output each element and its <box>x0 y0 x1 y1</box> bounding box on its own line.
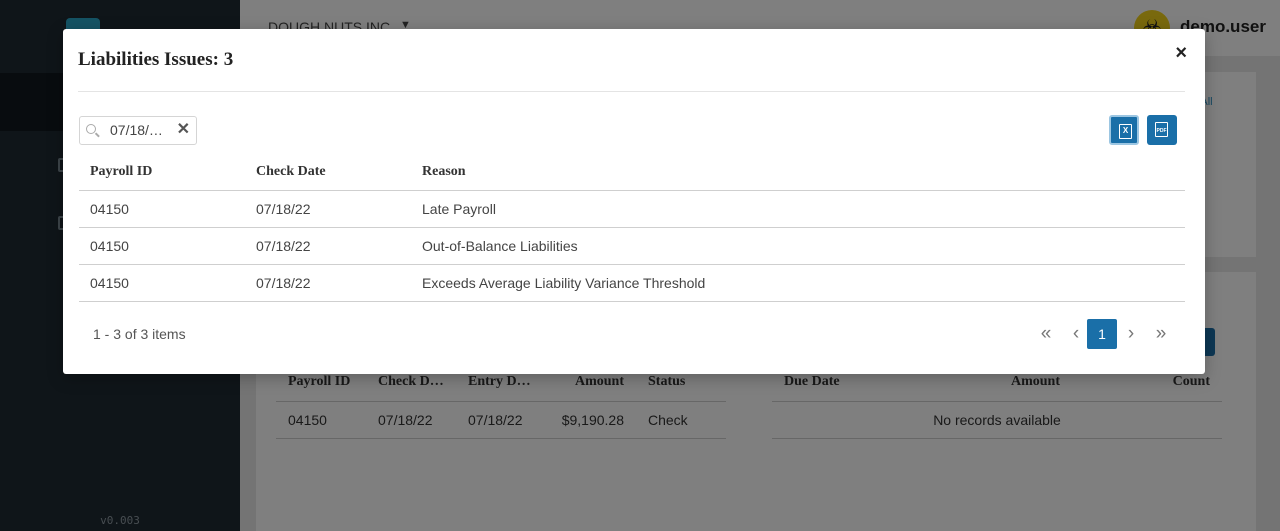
search-input[interactable] <box>110 122 168 138</box>
export-excel-button[interactable]: X <box>1109 115 1139 145</box>
liabilities-issues-dialog: Liabilities Issues: 3 × ✕ X PDF Payroll … <box>63 29 1205 374</box>
close-icon[interactable]: × <box>1175 43 1187 63</box>
table-row[interactable]: 04150 07/18/22 Exceeds Average Liability… <box>79 264 1185 302</box>
check-date-cell: 07/18/22 <box>245 227 411 265</box>
first-page-icon[interactable]: « <box>1031 319 1061 349</box>
column-header-check-date[interactable]: Check Date <box>245 153 411 191</box>
last-page-icon[interactable]: » <box>1146 319 1176 349</box>
page-1-button[interactable]: 1 <box>1087 319 1117 349</box>
issues-table: Payroll ID Check Date Reason 04150 07/18… <box>79 153 1185 302</box>
search-field[interactable]: ✕ <box>79 116 197 145</box>
excel-file-icon: X <box>1119 124 1132 139</box>
reason-cell: Out-of-Balance Liabilities <box>411 227 1185 265</box>
column-header-payroll-id[interactable]: Payroll ID <box>79 153 245 191</box>
dialog-title: Liabilities Issues: 3 <box>78 49 234 70</box>
payroll-id-cell: 04150 <box>79 264 245 302</box>
payroll-id-cell: 04150 <box>79 190 245 228</box>
divider <box>78 91 1185 92</box>
pdf-glyph: PDF <box>1156 128 1167 134</box>
table-row[interactable]: 04150 07/18/22 Out-of-Balance Liabilitie… <box>79 227 1185 265</box>
export-pdf-button[interactable]: PDF <box>1147 115 1177 145</box>
column-header-reason[interactable]: Reason <box>411 153 1185 191</box>
excel-glyph: X <box>1122 126 1129 135</box>
clear-icon[interactable]: ✕ <box>177 121 190 139</box>
search-icon <box>86 124 96 134</box>
table-header-row: Payroll ID Check Date Reason <box>79 153 1185 191</box>
pager-info: 1 - 3 of 3 items <box>93 326 186 342</box>
table-row[interactable]: 04150 07/18/22 Late Payroll <box>79 190 1185 228</box>
reason-cell: Late Payroll <box>411 190 1185 228</box>
next-page-icon[interactable]: › <box>1116 319 1146 349</box>
pdf-file-icon: PDF <box>1155 122 1168 137</box>
check-date-cell: 07/18/22 <box>245 190 411 228</box>
reason-cell: Exceeds Average Liability Variance Thres… <box>411 264 1185 302</box>
payroll-id-cell: 04150 <box>79 227 245 265</box>
check-date-cell: 07/18/22 <box>245 264 411 302</box>
